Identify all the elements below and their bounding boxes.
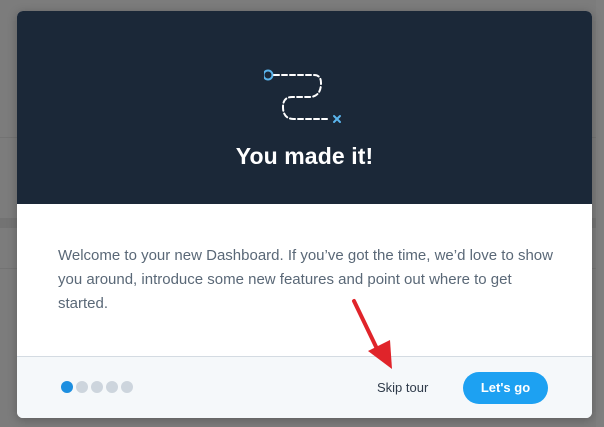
modal-header: You made it! bbox=[17, 11, 592, 204]
skip-tour-button[interactable]: Skip tour bbox=[369, 377, 436, 399]
route-path-icon bbox=[264, 69, 341, 123]
step-dot-2[interactable] bbox=[76, 381, 88, 393]
step-dot-3[interactable] bbox=[91, 381, 103, 393]
modal-title: You made it! bbox=[235, 143, 374, 169]
background-panel-edge bbox=[596, 0, 604, 427]
step-indicator bbox=[61, 381, 133, 393]
modal-body: Welcome to your new Dashboard. If you’ve… bbox=[17, 204, 592, 357]
step-dot-4[interactable] bbox=[106, 381, 118, 393]
modal-footer: Skip tour Let's go bbox=[17, 356, 592, 418]
step-dot-1[interactable] bbox=[61, 381, 73, 393]
lets-go-button[interactable]: Let's go bbox=[463, 372, 548, 404]
step-dot-5[interactable] bbox=[121, 381, 133, 393]
welcome-message: Welcome to your new Dashboard. If you’ve… bbox=[58, 247, 553, 312]
welcome-tour-modal: You made it! Welcome to your new Dashboa… bbox=[17, 11, 592, 418]
